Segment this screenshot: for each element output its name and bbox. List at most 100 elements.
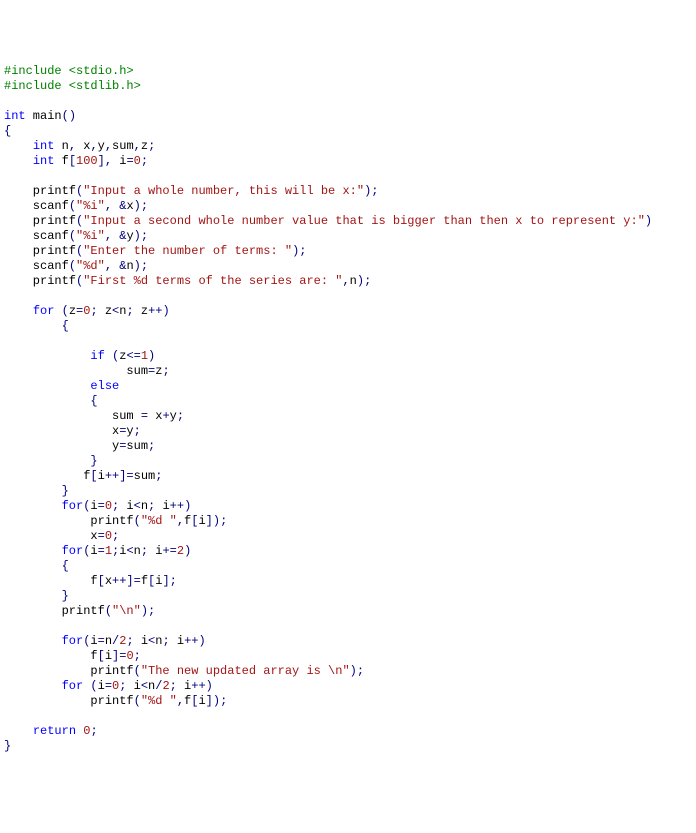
code-line: { [4,124,692,139]
code-token: "The new updated array is \n" [141,664,350,678]
code-token [4,154,33,168]
code-token: ; [112,529,119,543]
code-token: x [148,409,162,423]
code-token: ( [69,229,76,243]
code-token: ; [90,724,97,738]
code-token: , [342,274,349,288]
code-token: ( [134,514,141,528]
code-token: ; [371,184,378,198]
code-token: printf [4,244,76,258]
code-token: int [4,109,26,123]
code-token: ( [69,259,76,273]
code-token [4,724,33,738]
code-token: 0 [134,154,141,168]
code-line: scanf("%d", &n); [4,259,692,274]
code-line [4,709,692,724]
code-token: = [126,154,133,168]
code-token: ( [62,304,69,318]
code-token: = [141,409,148,423]
code-token: ) [134,229,141,243]
code-token: ; [220,514,227,528]
code-token: sum [134,469,156,483]
code-token [4,319,62,333]
code-block: #include <stdio.h>#include <stdlib.h> in… [4,64,692,754]
code-line: int n, x,y,sum,z; [4,139,692,154]
code-line: for(i=0; i<n; i++) [4,499,692,514]
code-token: ]; [162,574,176,588]
code-line: } [4,739,692,754]
code-token: ++ [170,499,184,513]
code-token: ], [98,154,112,168]
code-token: 0 [126,649,133,663]
code-token: n [134,544,141,558]
code-token: ++]= [112,574,141,588]
code-token: #include <stdio.h> [4,64,134,78]
code-token: i [198,694,205,708]
code-token: ( [134,694,141,708]
code-token: < [126,544,133,558]
code-token: ] [206,514,213,528]
code-token: y [98,139,105,153]
code-line: } [4,589,692,604]
code-line [4,289,692,304]
code-token: for [62,544,84,558]
code-line: { [4,394,692,409]
code-token: i [148,544,162,558]
code-token: , [90,139,97,153]
code-token: scanf [4,259,69,273]
code-token: "Input a second whole number value that … [83,214,645,228]
code-token: = [98,529,105,543]
code-token: 1 [105,544,112,558]
code-token [4,349,90,363]
code-token [105,349,112,363]
code-token: ) [148,349,155,363]
code-token: 1 [141,349,148,363]
code-token: [ [98,574,105,588]
code-token: ++]= [105,469,134,483]
code-token: f [4,574,98,588]
code-line [4,94,692,109]
code-token: { [62,319,69,333]
code-token: ]= [112,649,126,663]
code-token: ) [213,694,220,708]
code-token: for [62,634,84,648]
code-token: f [184,694,191,708]
code-token: , [177,514,184,528]
code-token: x [4,424,119,438]
code-line: printf("First %d terms of the series are… [4,274,692,289]
code-token: #include <stdlib.h> [4,79,141,93]
code-line: { [4,559,692,574]
code-token: ( [134,664,141,678]
code-token [76,724,83,738]
code-token: ) [162,304,169,318]
code-token: <= [126,349,140,363]
code-line [4,619,692,634]
code-token: ) [184,544,191,558]
code-token: [ [90,469,97,483]
code-token: ; [148,604,155,618]
code-token: sum [126,439,148,453]
code-token: for [62,499,84,513]
code-token: printf [4,694,134,708]
code-token: f [4,469,90,483]
code-line [4,169,692,184]
code-token [4,454,90,468]
code-token: y [126,424,133,438]
code-token: ; [126,304,133,318]
code-token: printf [4,514,134,528]
code-token: scanf [4,199,69,213]
code-token: } [4,739,11,753]
code-token: ; [126,634,133,648]
code-token: ) [141,604,148,618]
code-token: ) [134,199,141,213]
code-line: #include <stdlib.h> [4,79,692,94]
code-token: x [105,574,112,588]
code-token: + [162,409,169,423]
code-token: ; [357,664,364,678]
code-token: = [98,544,105,558]
code-token: ; [141,199,148,213]
code-token: y [4,439,119,453]
code-token: i [198,514,205,528]
code-token: ; [162,634,169,648]
code-token: f [141,574,148,588]
